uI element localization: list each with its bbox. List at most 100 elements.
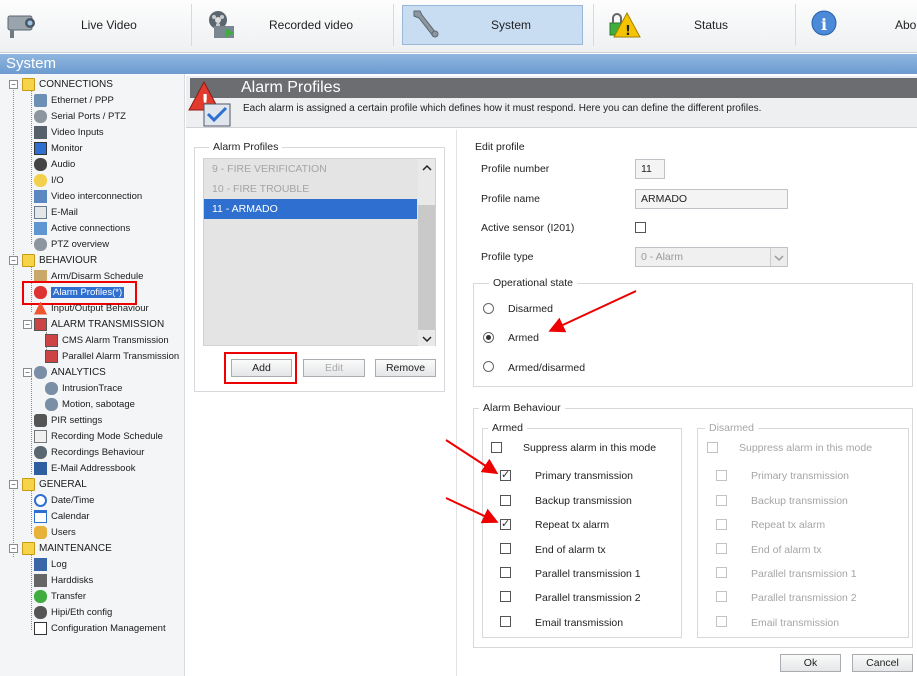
film-reel-icon xyxy=(209,11,234,38)
sidebar-item-cms-alarm-transmission[interactable]: CMS Alarm Transmission xyxy=(45,332,169,348)
disarmed-end-checkbox[interactable] xyxy=(716,543,727,554)
warning-lock-icon: ! xyxy=(609,11,641,39)
sidebar-item-label: Monitor xyxy=(51,142,83,154)
armed-repeat-checkbox[interactable]: ✓ xyxy=(500,518,511,530)
sidebar-item-calendar[interactable]: Calendar xyxy=(34,508,90,524)
sidebar-item-video-inputs[interactable]: Video Inputs xyxy=(34,124,104,140)
ptz-icon xyxy=(34,237,47,251)
expander-maintenance[interactable]: − xyxy=(9,544,18,553)
radio-armed-disarmed[interactable] xyxy=(483,361,494,372)
alarm-transmission-icon xyxy=(34,317,47,331)
profile-name-label: Profile name xyxy=(481,193,540,205)
disarmed-email-checkbox[interactable] xyxy=(716,616,727,627)
armed-parallel2-checkbox[interactable] xyxy=(500,591,511,602)
sidebar-item-ptz-overview[interactable]: PTZ overview xyxy=(34,236,109,252)
sidebar-group-label: GENERAL xyxy=(39,478,87,490)
disarmed-repeat-checkbox[interactable] xyxy=(716,519,727,530)
sidebar-item-label: Harddisks xyxy=(51,574,94,586)
expander-connections[interactable]: − xyxy=(9,80,18,89)
sidebar-item-date-time[interactable]: Date/Time xyxy=(34,492,94,508)
profile-list-item[interactable]: 10 - FIRE TROUBLE xyxy=(212,183,309,195)
sidebar-group-behaviour[interactable]: BEHAVIOUR xyxy=(22,252,97,268)
sidebar-item-email-addressbook[interactable]: E-Mail Addressbook xyxy=(34,460,135,476)
chevron-up-icon[interactable] xyxy=(422,164,432,172)
profile-name-field[interactable]: ARMADO xyxy=(635,189,788,209)
sidebar-item-monitor[interactable]: Monitor xyxy=(34,140,83,156)
sidebar-item-video-interconnection[interactable]: Video interconnection xyxy=(34,188,142,204)
chevron-down-icon[interactable] xyxy=(422,335,432,343)
sidebar-item-serial-ports[interactable]: Serial Ports / PTZ xyxy=(34,108,126,124)
armed-primary-checkbox[interactable]: ✓ xyxy=(500,469,511,481)
expander-analytics[interactable]: − xyxy=(23,368,32,377)
armed-backup-checkbox[interactable] xyxy=(500,495,511,506)
tab-status-label: Status xyxy=(694,18,729,32)
ok-button[interactable]: Ok xyxy=(780,654,841,672)
sidebar-item-audio[interactable]: Audio xyxy=(34,156,75,172)
sidebar-group-connections[interactable]: CONNECTIONS xyxy=(22,76,113,92)
sidebar-group-analytics[interactable]: ANALYTICS xyxy=(34,364,106,380)
profile-list-item[interactable]: 9 - FIRE VERIFICATION xyxy=(212,163,327,175)
sidebar-item-io[interactable]: I/O xyxy=(34,172,64,188)
log-icon xyxy=(34,557,47,571)
expander-general[interactable]: − xyxy=(9,480,18,489)
sidebar-item-harddisks[interactable]: Harddisks xyxy=(34,572,93,588)
sidebar-item-label: E-Mail xyxy=(51,206,78,218)
interconnect-icon xyxy=(34,189,47,203)
sidebar-item-recording-mode-schedule[interactable]: Recording Mode Schedule xyxy=(34,428,163,444)
remove-button[interactable]: Remove xyxy=(375,359,436,377)
disarmed-parallel1-checkbox[interactable] xyxy=(716,567,727,578)
sidebar-item-email[interactable]: E-Mail xyxy=(34,204,78,220)
radio-disarmed[interactable] xyxy=(483,303,494,314)
sidebar-item-transfer[interactable]: Transfer xyxy=(34,588,86,604)
disarmed-suppress-checkbox[interactable] xyxy=(707,442,718,453)
profile-number-field[interactable]: 11 xyxy=(635,159,665,179)
disarmed-group xyxy=(697,428,909,638)
armed-end-checkbox[interactable] xyxy=(500,543,511,554)
armed-suppress-label: Suppress alarm in this mode xyxy=(523,442,657,454)
annotation-highlight-box xyxy=(224,352,297,384)
column-divider xyxy=(456,130,457,676)
expander-alarm-transmission[interactable]: − xyxy=(23,320,32,329)
profile-type-select[interactable]: 0 - Alarm xyxy=(635,247,788,267)
radio-armed[interactable] xyxy=(483,332,494,343)
sidebar-item-active-connections[interactable]: Active connections xyxy=(34,220,130,236)
tab-system[interactable]: System xyxy=(402,0,583,50)
armed-email-checkbox[interactable] xyxy=(500,616,511,627)
sidebar-item-intrusiontrace[interactable]: IntrusionTrace xyxy=(45,380,122,396)
alarm-behaviour-legend: Alarm Behaviour xyxy=(479,402,565,414)
sidebar-item-label: Input/Output Behaviour xyxy=(51,302,149,314)
sidebar-group-alarm-transmission[interactable]: ALARM TRANSMISSION xyxy=(34,316,164,332)
armed-parallel1-checkbox[interactable] xyxy=(500,567,511,578)
sidebar-item-configuration-management[interactable]: Configuration Management xyxy=(34,620,166,636)
tab-about[interactable]: i About xyxy=(796,0,917,50)
sidebar-item-pir-settings[interactable]: PIR settings xyxy=(34,412,102,428)
armed-repeat-label: Repeat tx alarm xyxy=(535,519,610,531)
sidebar-item-io-behaviour[interactable]: Input/Output Behaviour xyxy=(34,300,149,316)
gear-icon xyxy=(45,381,58,395)
tab-status[interactable]: ! Status xyxy=(594,0,794,50)
disarmed-parallel2-checkbox[interactable] xyxy=(716,591,727,602)
sidebar-item-parallel-alarm-transmission[interactable]: Parallel Alarm Transmission xyxy=(45,348,179,364)
cancel-button[interactable]: Cancel xyxy=(852,654,913,672)
disarmed-backup-checkbox[interactable] xyxy=(716,495,727,506)
edit-button[interactable]: Edit xyxy=(303,359,365,377)
page-description: Each alarm is assigned a certain profile… xyxy=(243,103,762,114)
gear-icon xyxy=(45,397,58,411)
expander-behaviour[interactable]: − xyxy=(9,256,18,265)
radio-disarmed-label: Disarmed xyxy=(508,303,553,315)
sidebar-item-hipi-eth-config[interactable]: Hipi/Eth config xyxy=(34,604,112,620)
active-sensor-checkbox[interactable] xyxy=(635,222,646,233)
sidebar-group-label: ANALYTICS xyxy=(51,366,106,378)
addressbook-icon xyxy=(34,461,47,475)
disarmed-primary-checkbox[interactable] xyxy=(716,470,727,481)
sidebar-group-general[interactable]: GENERAL xyxy=(22,476,87,492)
sidebar-item-recordings-behaviour[interactable]: Recordings Behaviour xyxy=(34,444,144,460)
sidebar-item-users[interactable]: Users xyxy=(34,524,76,540)
armed-suppress-checkbox[interactable] xyxy=(491,442,502,453)
tab-live-video[interactable]: Live Video xyxy=(0,0,190,50)
sidebar-item-ethernet[interactable]: Ethernet / PPP xyxy=(34,92,114,108)
sidebar-item-motion-sabotage[interactable]: Motion, sabotage xyxy=(45,396,135,412)
sidebar-group-maintenance[interactable]: MAINTENANCE xyxy=(22,540,112,556)
tab-recorded-video[interactable]: Recorded video xyxy=(192,0,392,50)
sidebar-item-log[interactable]: Log xyxy=(34,556,67,572)
